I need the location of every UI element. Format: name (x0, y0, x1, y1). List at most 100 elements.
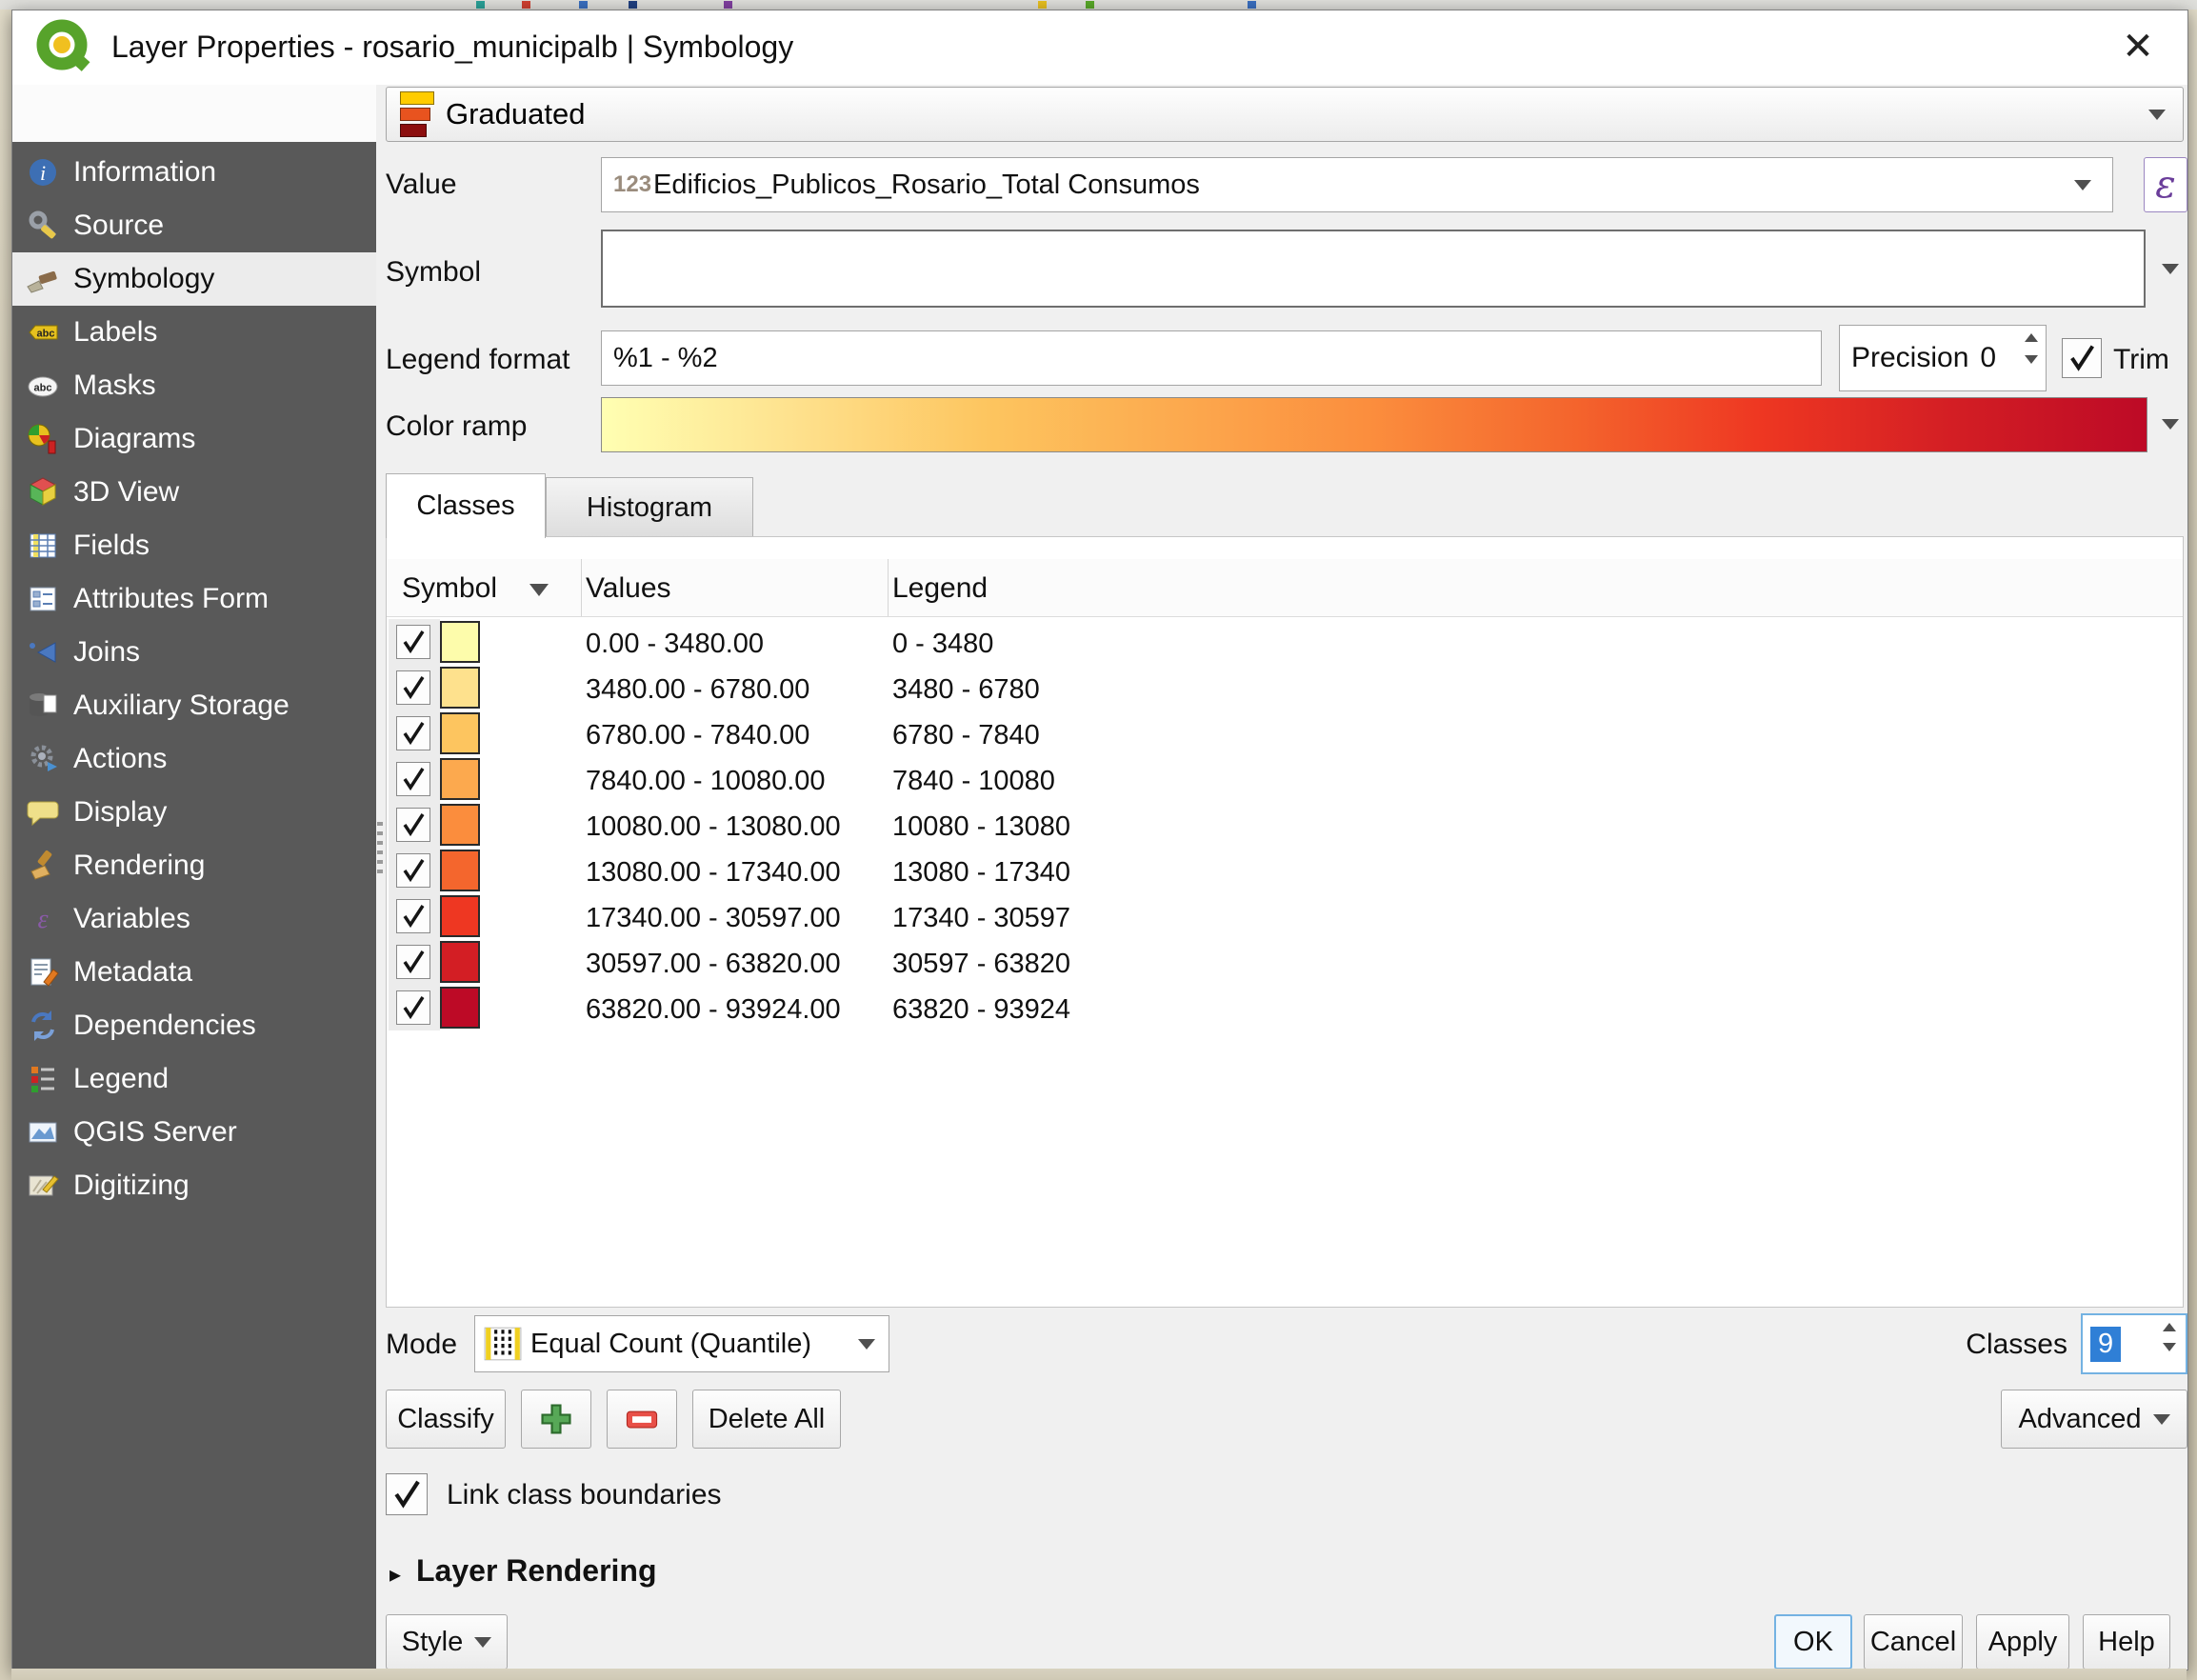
sidebar-item-labels[interactable]: abc Labels (12, 306, 376, 359)
class-checkbox[interactable] (396, 808, 430, 842)
sidebar-item-rendering[interactable]: Rendering (12, 839, 376, 892)
column-divider[interactable] (581, 559, 582, 616)
sort-indicator-icon (529, 584, 549, 596)
classes-spinbox[interactable]: 9 (2081, 1313, 2187, 1374)
layer-properties-dialog: Layer Properties - rosario_municipalb | … (11, 10, 2188, 1670)
class-legend[interactable]: 10080 - 13080 (892, 811, 1070, 843)
sidebar-item-source[interactable]: Source (12, 199, 376, 252)
sidebar-item-masks[interactable]: abc Masks (12, 359, 376, 412)
ok-button[interactable]: OK (1774, 1614, 1852, 1670)
sidebar-item-variables[interactable]: ε Variables (12, 892, 376, 946)
class-legend[interactable]: 3480 - 6780 (892, 674, 1040, 706)
class-color-swatch[interactable] (440, 667, 480, 709)
class-color-swatch[interactable] (440, 987, 480, 1029)
symbol-dropdown-button[interactable] (2153, 230, 2187, 308)
advanced-button[interactable]: Advanced (2001, 1390, 2187, 1449)
class-values[interactable]: 6780.00 - 7840.00 (586, 720, 809, 751)
class-checkbox[interactable] (396, 762, 430, 796)
sidebar-item-symbology[interactable]: Symbology (12, 252, 376, 306)
class-color-swatch[interactable] (440, 758, 480, 800)
class-checkbox[interactable] (396, 945, 430, 979)
sidebar-item-attributes-form[interactable]: Attributes Form (12, 572, 376, 626)
sidebar-item-digitizing[interactable]: Digitizing (12, 1159, 376, 1212)
class-color-swatch[interactable] (440, 850, 480, 891)
class-values[interactable]: 30597.00 - 63820.00 (586, 949, 841, 980)
class-legend[interactable]: 7840 - 10080 (892, 766, 1055, 797)
color-ramp-preview[interactable] (601, 397, 2147, 452)
renderer-type-combo[interactable]: Graduated (386, 87, 2184, 142)
sidebar-item-3d-view[interactable]: 3D View (12, 466, 376, 519)
cancel-button[interactable]: Cancel (1864, 1614, 1963, 1670)
tab-histogram[interactable]: Histogram (546, 477, 753, 538)
tab-classes[interactable]: Classes (386, 473, 546, 538)
class-legend[interactable]: 30597 - 63820 (892, 949, 1070, 980)
class-color-swatch[interactable] (440, 712, 480, 754)
class-checkbox[interactable] (396, 716, 430, 750)
class-values[interactable]: 0.00 - 3480.00 (586, 629, 764, 660)
epsilon-icon: ε (2155, 163, 2175, 207)
collapse-chevron-icon[interactable]: ▸ (389, 1561, 401, 1589)
column-header-values[interactable]: Values (586, 572, 671, 605)
class-checkbox[interactable] (396, 853, 430, 888)
class-checkbox[interactable] (396, 670, 430, 705)
mode-combo[interactable]: Equal Count (Quantile) (474, 1315, 889, 1372)
precision-spin-arrows[interactable] (2025, 333, 2038, 364)
column-header-legend[interactable]: Legend (892, 572, 988, 605)
sidebar-item-fields[interactable]: Fields (12, 519, 376, 572)
class-color-swatch[interactable] (440, 895, 480, 937)
classes-spin-arrows[interactable] (2163, 1323, 2176, 1351)
sidebar-item-joins[interactable]: Joins (12, 626, 376, 679)
value-field-combo[interactable]: 123 Edificios_Publicos_Rosario_Total Con… (601, 157, 2113, 212)
class-values[interactable]: 3480.00 - 6780.00 (586, 674, 809, 706)
class-checkbox[interactable] (396, 625, 430, 659)
symbol-preview-box[interactable] (601, 230, 2146, 308)
sidebar-item-dependencies[interactable]: Dependencies (12, 999, 376, 1052)
link-class-boundaries-checkbox[interactable] (386, 1473, 428, 1515)
trim-checkbox[interactable] (2062, 338, 2102, 378)
sidebar-item-information[interactable]: i Information (12, 146, 376, 199)
expression-builder-button[interactable]: ε (2144, 157, 2187, 212)
column-header-symbol[interactable]: Symbol (402, 572, 497, 605)
class-legend[interactable]: 6780 - 7840 (892, 720, 1040, 751)
class-values[interactable]: 63820.00 - 93924.00 (586, 994, 841, 1026)
delete-all-button[interactable]: Delete All (692, 1390, 841, 1449)
remove-class-button[interactable] (607, 1390, 677, 1449)
column-divider[interactable] (888, 559, 889, 616)
sidebar-item-actions[interactable]: Actions (12, 732, 376, 786)
class-checkbox[interactable] (396, 899, 430, 933)
class-values[interactable]: 17340.00 - 30597.00 (586, 903, 841, 934)
class-values[interactable]: 13080.00 - 17340.00 (586, 857, 841, 889)
classify-button[interactable]: Classify (386, 1390, 506, 1449)
close-button[interactable]: ✕ (2104, 16, 2172, 77)
apply-button[interactable]: Apply (1976, 1614, 2069, 1670)
class-legend[interactable]: 17340 - 30597 (892, 903, 1070, 934)
sidebar-item-metadata[interactable]: Metadata (12, 946, 376, 999)
sidebar-item-qgis-server[interactable]: QGIS Server (12, 1106, 376, 1159)
layer-rendering-header[interactable]: Layer Rendering (416, 1553, 657, 1589)
class-legend[interactable]: 63820 - 93924 (892, 994, 1070, 1026)
sidebar-item-label: Fields (73, 530, 150, 562)
add-class-button[interactable] (521, 1390, 591, 1449)
sidebar-item-display[interactable]: Display (12, 786, 376, 839)
class-legend[interactable]: 13080 - 17340 (892, 857, 1070, 889)
precision-spinbox[interactable]: Precision 0 (1839, 325, 2047, 391)
sidebar-item-diagrams[interactable]: Diagrams (12, 412, 376, 466)
class-color-swatch[interactable] (440, 941, 480, 983)
class-color-swatch[interactable] (440, 621, 480, 663)
sidebar-item-legend[interactable]: Legend (12, 1052, 376, 1106)
chevron-down-icon (2153, 1414, 2170, 1425)
sidebar-item-label: Legend (73, 1063, 169, 1095)
class-legend[interactable]: 0 - 3480 (892, 629, 993, 660)
panel-splitter[interactable] (377, 822, 383, 879)
ok-label: OK (1793, 1627, 1833, 1658)
style-button[interactable]: Style (386, 1614, 508, 1670)
class-checkbox[interactable] (396, 990, 430, 1025)
class-color-swatch[interactable] (440, 804, 480, 846)
sidebar-item-auxiliary-storage[interactable]: Auxiliary Storage (12, 679, 376, 732)
legend-format-input[interactable]: %1 - %2 (601, 330, 1822, 386)
help-button[interactable]: Help (2083, 1614, 2170, 1670)
class-values[interactable]: 7840.00 - 10080.00 (586, 766, 826, 797)
class-values[interactable]: 10080.00 - 13080.00 (586, 811, 841, 843)
svg-text:abc: abc (34, 383, 52, 394)
color-ramp-dropdown-button[interactable] (2153, 397, 2187, 450)
